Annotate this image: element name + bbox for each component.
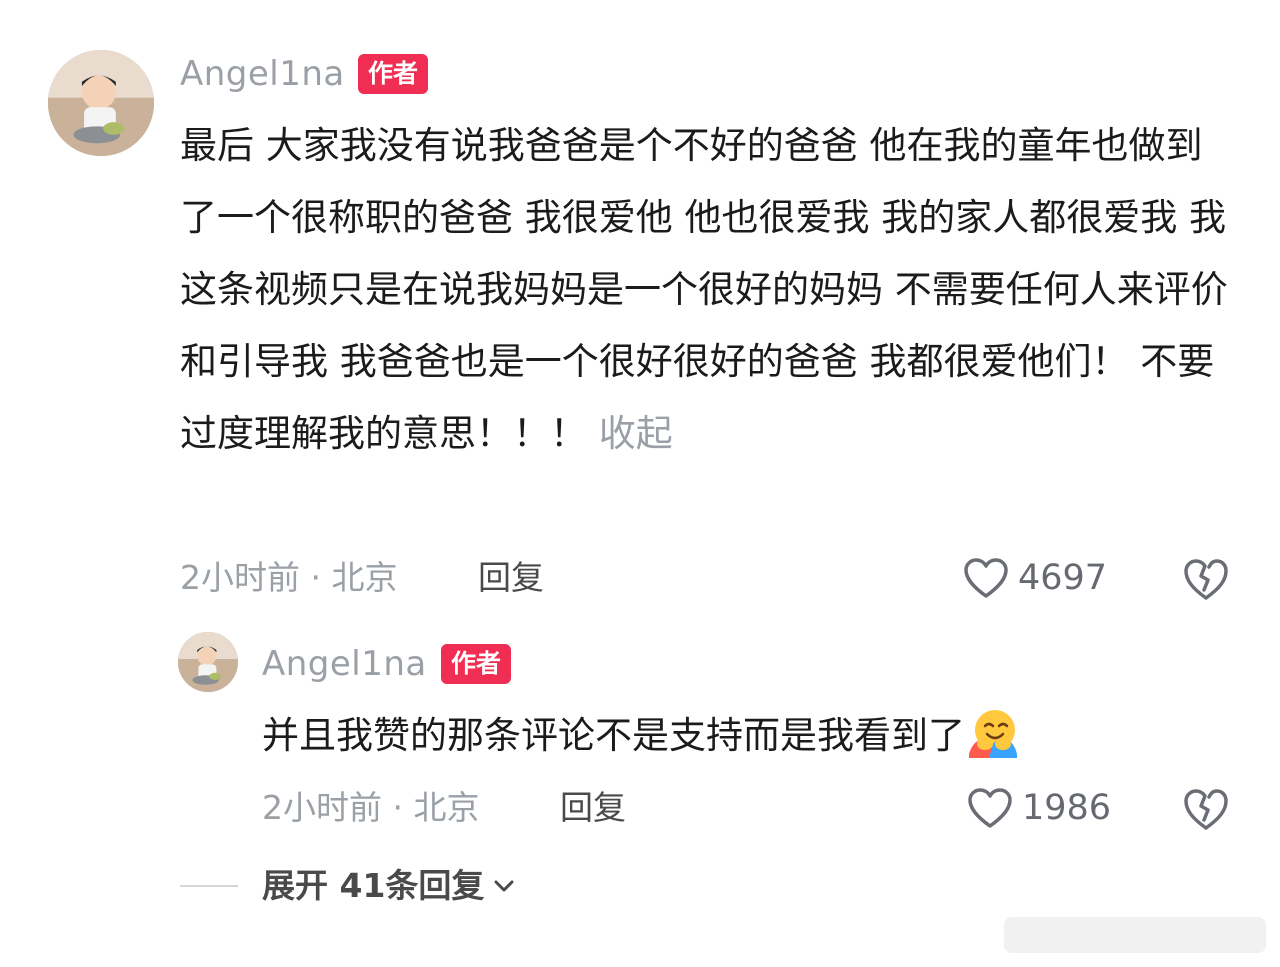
comment-meta: 2小时前 · 北京 xyxy=(180,558,398,597)
reply-author-badge: 作者 xyxy=(441,644,512,684)
author-badge: 作者 xyxy=(358,54,429,94)
avatar[interactable] xyxy=(48,50,154,156)
reply-meta: 2小时前 · 北京 xyxy=(262,788,480,827)
divider xyxy=(180,885,238,887)
reply-reply-button[interactable]: 回复 xyxy=(560,788,626,828)
expand-replies[interactable]: 展开 41条回复 xyxy=(180,866,518,906)
watermark xyxy=(1004,917,1266,953)
like-button[interactable]: 4697 xyxy=(962,556,1107,600)
reply-username[interactable]: Angel1na xyxy=(262,644,427,684)
reply-like-button[interactable]: 1986 xyxy=(966,786,1111,830)
reply-body: 并且我赞的那条评论不是支持而是我看到了 xyxy=(262,714,965,757)
hugging-face-emoji-icon xyxy=(969,710,1017,758)
heart-icon xyxy=(964,558,1008,598)
comment-body: 最后 大家我没有说我爸爸是个不好的爸爸 他在我的童年也做到了一个很称职的爸爸 我… xyxy=(180,124,1228,455)
broken-heart-icon[interactable] xyxy=(1182,786,1230,832)
reply-button[interactable]: 回复 xyxy=(478,558,544,598)
collapse-link[interactable]: 收起 xyxy=(599,412,673,455)
like-count: 4697 xyxy=(1018,558,1108,598)
broken-heart-icon[interactable] xyxy=(1182,556,1230,602)
reply-like-count: 1986 xyxy=(1022,788,1112,828)
reply-text: 并且我赞的那条评论不是支持而是我看到了 xyxy=(262,700,1222,772)
reply-avatar[interactable] xyxy=(178,632,238,692)
username[interactable]: Angel1na xyxy=(180,54,345,94)
chevron-down-icon xyxy=(494,880,514,892)
comment-text: 最后 大家我没有说我爸爸是个不好的爸爸 他在我的童年也做到了一个很称职的爸爸 我… xyxy=(180,110,1230,470)
expand-replies-label: 展开 41条回复 xyxy=(262,866,485,905)
heart-icon xyxy=(968,788,1012,828)
